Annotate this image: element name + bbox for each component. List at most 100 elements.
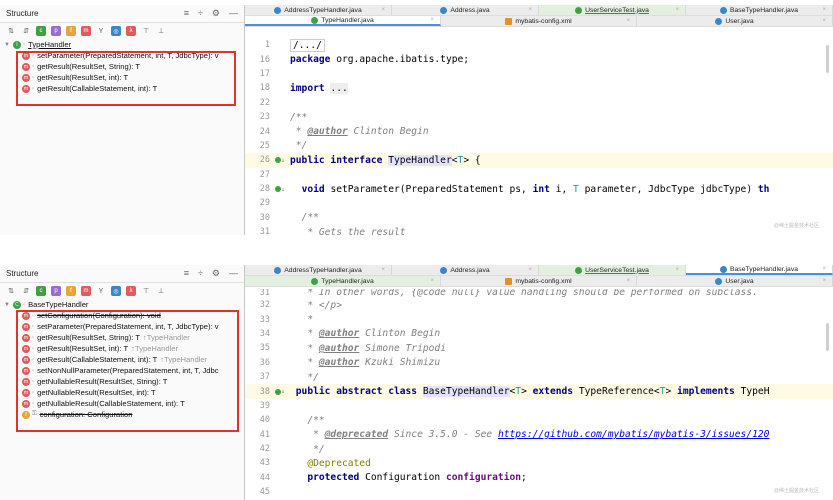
tab-label: AddressTypeHandler.java [284, 6, 362, 14]
show-method-icon[interactable]: m [81, 26, 91, 36]
code-text: import ... [290, 82, 348, 94]
gutter[interactable]: ↓ [270, 157, 290, 164]
class-icon [440, 266, 448, 274]
close-icon[interactable]: × [381, 267, 385, 273]
line-number: 16 [259, 54, 270, 65]
tab-label: User.java [725, 277, 754, 285]
show-lambda-icon[interactable]: λ [126, 286, 136, 296]
scrollbar[interactable] [826, 45, 829, 73]
tab-label: UserServiceTest.java [585, 6, 649, 14]
gear-icon[interactable]: ⚙ [212, 8, 220, 19]
tree-root[interactable]: ▼ I ◦ TypeHandler [0, 39, 244, 50]
close-icon[interactable]: × [381, 7, 385, 13]
code-area[interactable]: 1 /.../ 16 package org.apache.ibatis.type;… [245, 38, 833, 235]
tab-address[interactable]: Address.java × [392, 5, 539, 15]
gutter[interactable]: ↓ [270, 186, 290, 193]
tab-typehandler[interactable]: TypeHandler.java × [245, 276, 441, 286]
close-icon[interactable]: × [675, 7, 679, 13]
tab-mybatis-config[interactable]: mybatis-config.xml × [441, 16, 637, 26]
show-class-icon[interactable]: c [36, 286, 46, 296]
sort-visibility-icon[interactable]: ⇵ [21, 286, 31, 296]
close-icon[interactable]: × [822, 266, 826, 272]
show-field-icon[interactable]: f [66, 286, 76, 296]
scrollbar[interactable] [826, 323, 829, 351]
tab-userservicetest[interactable]: UserServiceTest.java × [539, 265, 686, 275]
line-number: 42 [259, 444, 270, 455]
interface-icon [311, 16, 319, 24]
close-icon[interactable]: × [626, 278, 630, 284]
editor: AddressTypeHandler.java × Address.java × U… [245, 265, 833, 500]
line-number: 33 [259, 314, 270, 325]
show-class-icon[interactable]: c [36, 26, 46, 36]
close-icon[interactable]: × [822, 7, 826, 13]
show-field-icon[interactable]: f [66, 26, 76, 36]
collapse-icon[interactable]: ÷ [198, 268, 203, 279]
close-icon[interactable]: × [822, 278, 826, 284]
show-property-icon[interactable]: p [51, 286, 61, 296]
tab-basetypehandler[interactable]: BaseTypeHandler.java × [686, 265, 833, 275]
code-line: 31 * Gets the result [245, 225, 833, 235]
autoscroll-to-source-icon[interactable]: ⊤ [141, 286, 151, 296]
tab-label: AddressTypeHandler.java [284, 266, 362, 274]
line-number: 32 [259, 300, 270, 311]
expand-arrow-icon[interactable]: ▼ [4, 42, 10, 48]
tab-mybatis-config[interactable]: mybatis-config.xml × [441, 276, 637, 286]
collapse-icon[interactable]: ÷ [198, 8, 203, 19]
line-number: 18 [259, 83, 270, 94]
xml-file-icon [505, 17, 513, 25]
gutter[interactable]: ↓ [270, 388, 290, 395]
tab-typehandler[interactable]: TypeHandler.java × [245, 16, 441, 26]
close-icon[interactable]: × [430, 278, 434, 284]
tab-user[interactable]: User.java × [637, 276, 833, 286]
tree-root[interactable]: ▼ C ◦ BaseTypeHandler [0, 299, 244, 310]
close-icon[interactable]: × [822, 18, 826, 24]
show-method-icon[interactable]: m [81, 286, 91, 296]
tab-userservicetest[interactable]: UserServiceTest.java × [539, 5, 686, 15]
tab-address[interactable]: Address.java × [392, 265, 539, 275]
line-number: 31 [259, 289, 270, 298]
show-lambda-icon[interactable]: λ [126, 26, 136, 36]
public-icon: ◦ [22, 41, 26, 48]
highlight-box [16, 51, 236, 106]
code-line: 39 [245, 399, 833, 413]
line-number: 41 [259, 429, 270, 440]
expand-icon[interactable]: ≡ [184, 268, 189, 279]
close-icon[interactable]: × [528, 267, 532, 273]
close-icon[interactable]: × [626, 18, 630, 24]
expand-icon[interactable]: ≡ [184, 8, 189, 19]
autoscroll-from-source-icon[interactable]: ⊥ [156, 26, 166, 36]
close-icon[interactable]: × [528, 7, 532, 13]
tab-user[interactable]: User.java × [637, 16, 833, 26]
autoscroll-from-source-icon[interactable]: ⊥ [156, 286, 166, 296]
line-number: 28 [259, 184, 270, 195]
highlight-box [16, 310, 239, 432]
autoscroll-to-source-icon[interactable]: ⊤ [141, 26, 151, 36]
filter-icon[interactable]: Y [96, 286, 106, 296]
expand-arrow-icon[interactable]: ▼ [4, 302, 10, 308]
gear-icon[interactable]: ⚙ [212, 268, 220, 279]
tab-addresstypehandler[interactable]: AddressTypeHandler.java × [245, 265, 392, 275]
tab-addresstypehandler[interactable]: AddressTypeHandler.java × [245, 5, 392, 15]
code-text: * Gets the result [290, 226, 406, 235]
sort-visibility-icon[interactable]: ⇵ [21, 26, 31, 36]
sort-alpha-icon[interactable]: ⇅ [6, 26, 16, 36]
tab-basetypehandler[interactable]: BaseTypeHandler.java × [686, 5, 833, 15]
minimize-icon[interactable]: — [229, 8, 238, 19]
filter-icon[interactable]: Y [96, 26, 106, 36]
code-area[interactable]: 31 * In other words, {@code null} value … [245, 289, 833, 499]
code-line: 43 @Deprecated [245, 456, 833, 470]
code-line: 1 /.../ [245, 38, 833, 52]
show-anonymous-icon[interactable]: ◎ [111, 26, 121, 36]
minimize-icon[interactable]: — [229, 268, 238, 279]
line-number: 22 [259, 97, 270, 108]
close-icon[interactable]: × [675, 267, 679, 273]
show-anonymous-icon[interactable]: ◎ [111, 286, 121, 296]
tab-label: Address.java [450, 266, 490, 274]
line-number: 45 [259, 487, 270, 498]
arrow-down-icon: ↓ [281, 185, 285, 193]
show-property-icon[interactable]: p [51, 26, 61, 36]
line-number: 24 [259, 126, 270, 137]
line-number: 34 [259, 328, 270, 339]
sort-alpha-icon[interactable]: ⇅ [6, 286, 16, 296]
close-icon[interactable]: × [430, 17, 434, 23]
